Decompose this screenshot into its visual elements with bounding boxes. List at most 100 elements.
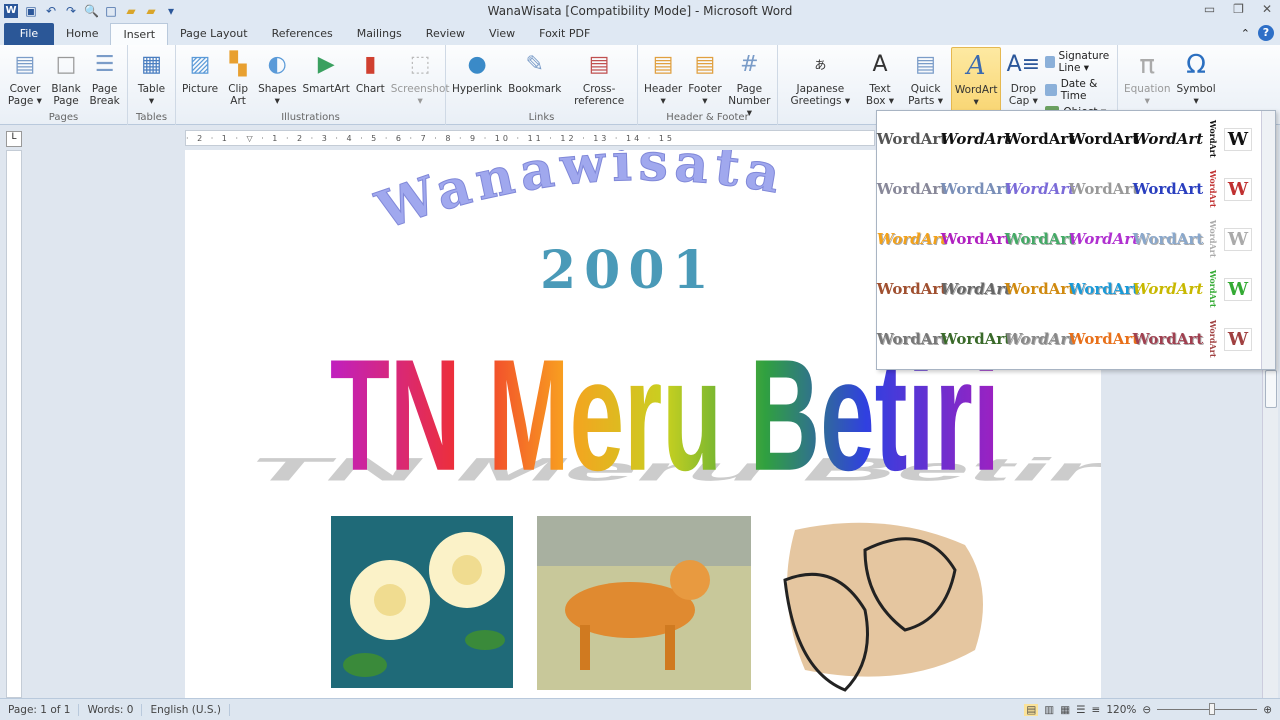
- word-logo-icon: W: [4, 4, 18, 18]
- wordart-vertical-style[interactable]: WordArt: [1208, 270, 1218, 308]
- wordart-style-17[interactable]: WordArt: [941, 264, 1012, 314]
- redo-icon[interactable]: ↷: [64, 4, 78, 18]
- minimize-button[interactable]: ▭: [1204, 2, 1215, 16]
- page-count[interactable]: Page: 1 of 1: [0, 703, 80, 716]
- table-icon: ▦: [141, 52, 162, 77]
- language[interactable]: English (U.S.): [142, 703, 230, 716]
- wordart-2001[interactable]: 2001: [540, 240, 717, 301]
- wordart-style-5[interactable]: WordArt: [1133, 114, 1204, 164]
- collapse-ribbon-icon[interactable]: ⌃: [1241, 27, 1250, 40]
- tab-home[interactable]: Home: [54, 23, 110, 45]
- tab-review[interactable]: Review: [414, 23, 477, 45]
- wordart-wanawisata[interactable]: Wanawisata: [368, 150, 790, 243]
- tab-page-layout[interactable]: Page Layout: [168, 23, 260, 45]
- wordart-style-18[interactable]: WordArt: [1005, 264, 1076, 314]
- wordart-w-style[interactable]: W: [1223, 327, 1253, 351]
- picture-icon: ▨: [189, 52, 211, 77]
- draft-icon[interactable]: ≡: [1092, 704, 1101, 716]
- tab-foxit-pdf[interactable]: Foxit PDF: [527, 23, 602, 45]
- quick-access-toolbar: W ▣ ↶ ↷ 🔍 □ ▰ ▰ ▾: [0, 4, 178, 18]
- wordart-w-style[interactable]: W: [1223, 127, 1253, 151]
- wordart-style-19[interactable]: WordArt: [1069, 264, 1140, 314]
- wordart-style-9[interactable]: WordArt: [1069, 164, 1140, 214]
- zoom-in-button[interactable]: ⊕: [1263, 704, 1272, 716]
- wordart-style-12[interactable]: WordArt: [941, 214, 1012, 264]
- japanese-greetings-button[interactable]: あ Japanese Greetings ▾: [781, 47, 860, 125]
- wordart-style-20[interactable]: WordArt: [1133, 264, 1204, 314]
- zoom-out-button[interactable]: ⊖: [1142, 704, 1151, 716]
- print-layout-icon[interactable]: ▤: [1024, 703, 1039, 716]
- wordart-style-8[interactable]: WordArt: [1005, 164, 1076, 214]
- wordart-style-7[interactable]: WordArt: [941, 164, 1012, 214]
- wordart-w-style[interactable]: W: [1223, 277, 1253, 301]
- group-links: ● Hyperlink ✎ Bookmark ▤ Cross-reference Li…: [446, 45, 638, 125]
- save-icon[interactable]: ▣: [24, 4, 38, 18]
- wordart-w-style[interactable]: W: [1223, 227, 1253, 251]
- open-folder-icon[interactable]: ▰: [124, 4, 138, 18]
- tiger-clipart[interactable]: [537, 516, 751, 690]
- signature-line-button[interactable]: Signature Line ▾: [1045, 50, 1114, 74]
- tab-view[interactable]: View: [477, 23, 527, 45]
- restore-button[interactable]: ❐: [1233, 2, 1244, 16]
- wordart-style-10[interactable]: WordArt: [1133, 164, 1204, 214]
- wordart-vertical-row: WordArt W: [1205, 214, 1255, 264]
- close-button[interactable]: ✕: [1262, 2, 1272, 16]
- tab-file[interactable]: File: [4, 23, 54, 45]
- wordart-w-style[interactable]: W: [1223, 177, 1253, 201]
- undo-icon[interactable]: ↶: [44, 4, 58, 18]
- word-count[interactable]: Words: 0: [79, 703, 143, 716]
- tab-insert[interactable]: Insert: [110, 23, 169, 45]
- wordart-icon: A: [966, 51, 986, 81]
- customize-toolbar-icon[interactable]: ▾: [164, 4, 178, 18]
- help-icon[interactable]: ?: [1258, 25, 1274, 41]
- leaves-clipart[interactable]: [783, 522, 983, 692]
- wordart-vertical-style[interactable]: WordArt: [1208, 170, 1218, 208]
- outline-icon[interactable]: ☰: [1076, 704, 1085, 716]
- wordart-style-3[interactable]: WordArt: [1005, 114, 1076, 164]
- vertical-ruler[interactable]: [6, 150, 22, 698]
- wordart-style-23[interactable]: WordArt: [1005, 314, 1076, 364]
- japanese-greetings-icon: あ: [814, 58, 827, 72]
- wordart-style-13[interactable]: WordArt: [1005, 214, 1076, 264]
- wordart-style-6[interactable]: WordArt: [877, 164, 948, 214]
- wordart-style-24[interactable]: WordArt: [1069, 314, 1140, 364]
- wordart-style-25[interactable]: WordArt: [1133, 314, 1204, 364]
- tab-references[interactable]: References: [260, 23, 345, 45]
- wordart-style-1[interactable]: WordArt: [877, 114, 948, 164]
- wordart-style-16[interactable]: WordArt: [877, 264, 948, 314]
- wordart-vertical-style[interactable]: WordArt: [1208, 220, 1218, 258]
- zoom-slider[interactable]: [1157, 703, 1258, 715]
- smartart-icon: ▶: [317, 52, 335, 77]
- wordart-style-15[interactable]: WordArt: [1133, 214, 1204, 264]
- shapes-icon: ◐: [267, 52, 287, 77]
- web-layout-icon[interactable]: ▦: [1060, 704, 1070, 716]
- wordart-style-14[interactable]: WordArt: [1069, 214, 1140, 264]
- new-document-icon[interactable]: □: [104, 4, 118, 18]
- screenshot-icon: ⬚: [409, 52, 431, 77]
- wordart-style-4[interactable]: WordArt: [1069, 114, 1140, 164]
- scrollbar-thumb[interactable]: [1265, 370, 1277, 408]
- folder-icon[interactable]: ▰: [144, 4, 158, 18]
- print-preview-icon[interactable]: 🔍: [84, 4, 99, 18]
- group-tables: ▦ Table ▾ Tables: [128, 45, 176, 125]
- clip-art-icon: ▚: [229, 52, 247, 77]
- page-number-icon: #: [740, 52, 759, 77]
- date-time-button[interactable]: Date & Time: [1045, 78, 1114, 102]
- horizontal-ruler[interactable]: · 2 · 1 · ▽ · 1 · 2 · 3 · 4 · 5 · 6 · 7 …: [185, 130, 875, 146]
- tab-selector[interactable]: L: [6, 131, 22, 147]
- wordart-style-22[interactable]: WordArt: [941, 314, 1012, 364]
- cross-reference-icon: ▤: [588, 52, 610, 77]
- full-screen-reading-icon[interactable]: ▥: [1044, 704, 1054, 716]
- wordart-style-11[interactable]: WordArt: [877, 214, 948, 264]
- wordart-vertical-style[interactable]: WordArt: [1208, 320, 1218, 358]
- wordart-style-21[interactable]: WordArt: [877, 314, 948, 364]
- wordart-vertical-style[interactable]: WordArt: [1208, 120, 1218, 158]
- text-box-icon: A: [872, 52, 888, 77]
- signature-icon: [1045, 56, 1055, 68]
- zoom-level[interactable]: 120%: [1106, 704, 1136, 716]
- roses-clipart[interactable]: [331, 516, 513, 688]
- zoom-slider-thumb[interactable]: [1209, 703, 1216, 715]
- tab-mailings[interactable]: Mailings: [345, 23, 414, 45]
- wordart-style-2[interactable]: WordArt: [941, 114, 1012, 164]
- gallery-scrollbar[interactable]: [1261, 111, 1275, 369]
